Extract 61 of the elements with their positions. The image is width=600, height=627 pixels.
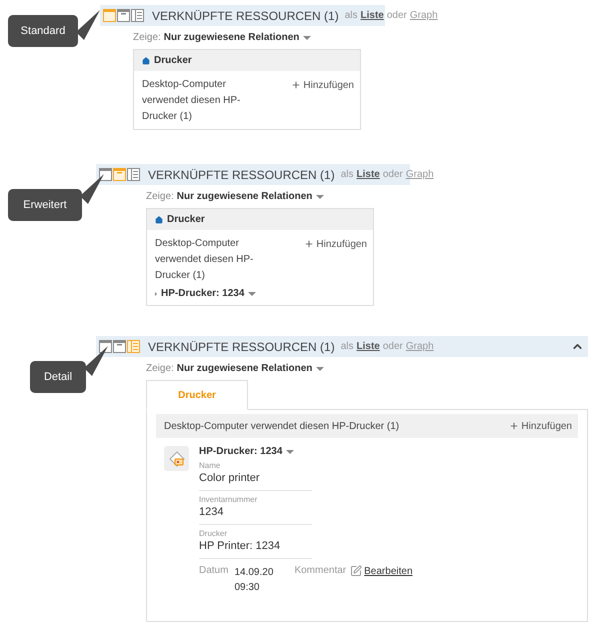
as-label: als — [340, 169, 354, 180]
date-value: 14.09.20 09:30 — [234, 566, 274, 595]
list-icon — [131, 9, 144, 22]
relation-text: Desktop-Computer verwendet diesen HP-Drucker (1) — [164, 420, 400, 432]
item-dropdown[interactable]: HP-Drucker: 1234 — [199, 446, 413, 457]
filter-dropdown[interactable]: Nur zugewiesene Relationen — [164, 32, 312, 43]
add-button[interactable]: Hinzufügen — [291, 77, 354, 93]
or-label: oder — [382, 169, 403, 180]
section-title: VERKNÜPFTE RESSOURCEN (1) — [148, 168, 335, 182]
field-value: 1234 — [199, 506, 224, 518]
relation-text: Desktop-Computer verwendet diesen HP-Drucker (1) — [142, 78, 242, 124]
relation-text: Desktop-Computer verwendet diesen HP-Drucker (1) — [155, 237, 254, 283]
field-value: HP Printer: 1234 — [199, 540, 282, 552]
field-value: Color printer — [199, 472, 261, 484]
comment-label: Kommentar — [294, 565, 346, 576]
add-button[interactable]: Hinzufügen — [509, 418, 572, 434]
window-icon — [99, 168, 112, 181]
edit-icon — [350, 565, 362, 577]
filter-label: Zeige: — [146, 363, 174, 374]
filter-label: Zeige: — [133, 32, 161, 43]
home-icon — [155, 216, 163, 224]
window-icon — [113, 168, 126, 181]
window-icon — [103, 9, 116, 22]
field-label: Name — [199, 461, 222, 470]
callout-label: Erweitert — [8, 189, 82, 221]
field-label: Drucker — [199, 529, 228, 538]
callout-pointer — [76, 10, 100, 40]
as-label: als — [340, 341, 354, 352]
view-mode-button[interactable] — [99, 168, 112, 181]
callout-pointer — [80, 174, 104, 204]
filter-dropdown[interactable]: Nur zugewiesene Relationen — [176, 363, 324, 374]
callout-label: Detail — [30, 361, 86, 393]
edit-link[interactable]: Bearbeiten — [350, 565, 413, 577]
view-mode-button[interactable] — [99, 340, 112, 353]
section-title: VERKNÜPFTE RESSOURCEN (1) — [152, 8, 339, 22]
or-label: oder — [382, 341, 403, 352]
callout-pointer — [84, 346, 108, 376]
plus-icon — [291, 80, 302, 90]
list-link[interactable]: Liste — [356, 341, 380, 352]
plus-icon — [509, 421, 520, 431]
window-icon — [117, 9, 130, 22]
card-title: Drucker — [154, 55, 192, 66]
list-icon — [127, 340, 140, 353]
home-icon — [142, 56, 150, 64]
printer-icon — [164, 446, 189, 471]
add-button[interactable]: Hinzufügen — [304, 236, 367, 252]
filter-label: Zeige: — [146, 191, 174, 202]
card-title: Drucker — [167, 214, 205, 225]
window-icon — [99, 340, 112, 353]
list-link[interactable]: Liste — [356, 169, 380, 180]
filter-dropdown[interactable]: Nur zugewiesene Relationen — [176, 191, 324, 202]
or-label: oder — [386, 10, 407, 21]
plus-icon — [304, 239, 314, 249]
section-title: VERKNÜPFTE RESSOURCEN (1) — [148, 340, 335, 354]
field-label: Inventarnummer — [199, 495, 258, 504]
as-label: als — [344, 10, 358, 21]
list-link[interactable]: Liste — [360, 10, 384, 21]
item-dropdown[interactable]: HP-Drucker: 1234 — [155, 288, 256, 299]
window-icon — [113, 340, 126, 353]
list-icon — [127, 168, 140, 181]
date-label: Datum — [199, 565, 228, 576]
